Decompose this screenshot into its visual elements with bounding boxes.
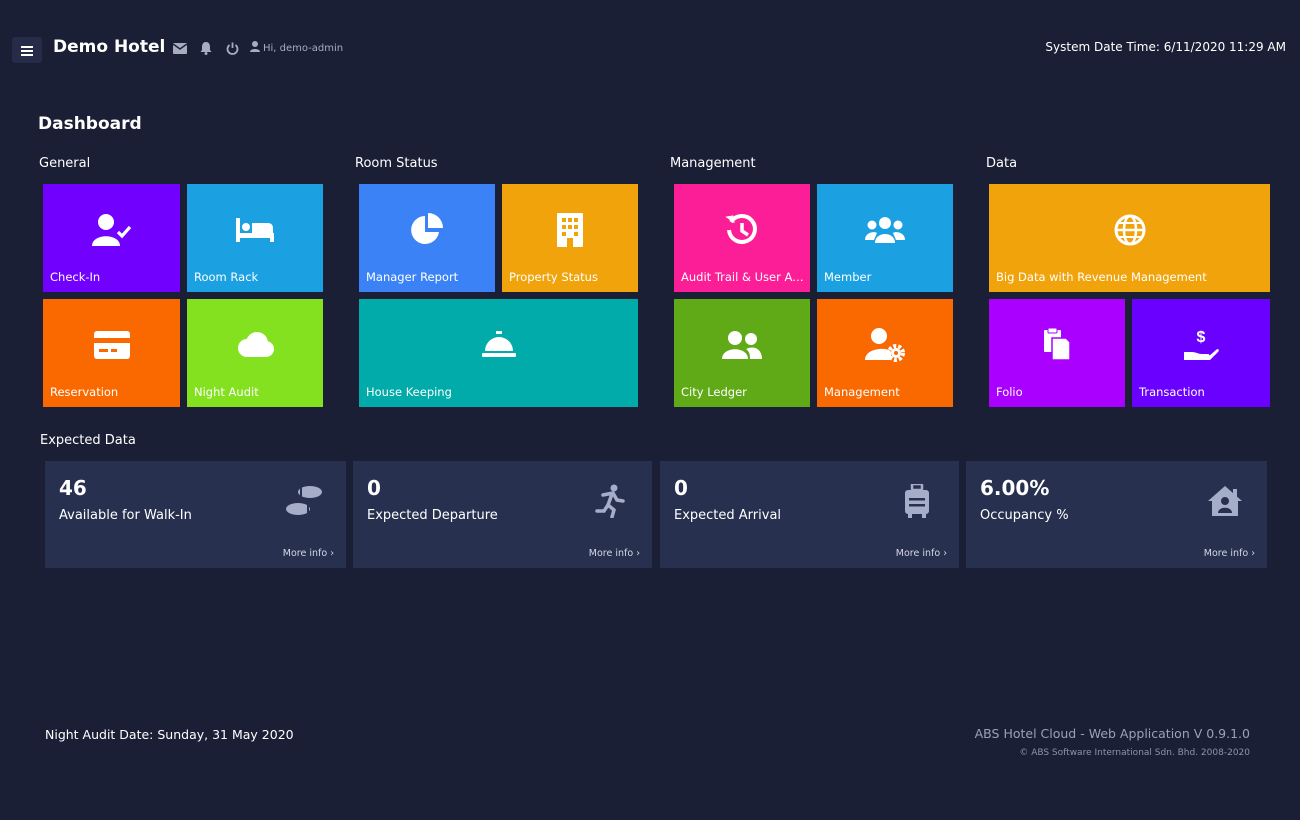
more-info-link[interactable]: More info › <box>1204 548 1255 559</box>
tile-label: Big Data with Revenue Management <box>996 270 1207 284</box>
system-datetime: System Date Time: 6/11/2020 11:29 AM <box>1045 40 1286 54</box>
user-cog-icon <box>865 327 905 363</box>
section-general-label: General <box>39 156 91 171</box>
hotel-name: Demo Hotel <box>53 37 166 57</box>
section-room-status-label: Room Status <box>355 156 438 171</box>
envelope-icon[interactable] <box>172 40 188 56</box>
copy-icon <box>1037 327 1077 363</box>
tile-label: Check-In <box>50 270 101 284</box>
tile-label: Property Status <box>509 270 598 284</box>
user-friends-icon <box>722 327 762 363</box>
tile-label: Audit Trail & User Activity <box>681 270 806 284</box>
card-walk-in: 46 Available for Walk-In More info › <box>45 461 346 568</box>
bell-icon[interactable] <box>198 40 214 56</box>
card-label: Expected Arrival <box>674 508 782 523</box>
tile-check-in[interactable]: Check-In <box>43 184 180 292</box>
header-actions: Hi, demo-admin <box>172 40 343 56</box>
tile-big-data[interactable]: Big Data with Revenue Management <box>989 184 1270 292</box>
menu-toggle-button[interactable] <box>12 37 42 63</box>
tile-label: House Keeping <box>366 385 452 399</box>
tile-property-status[interactable]: Property Status <box>502 184 638 292</box>
card-value: 6.00% <box>980 476 1050 500</box>
copyright: © ABS Software International Sdn. Bhd. 2… <box>1019 748 1250 758</box>
tile-reservation[interactable]: Reservation <box>43 299 180 407</box>
power-icon[interactable] <box>224 40 240 56</box>
pie-chart-icon <box>407 212 447 248</box>
tile-city-ledger[interactable]: City Ledger <box>674 299 810 407</box>
more-info-link[interactable]: More info › <box>283 548 334 559</box>
card-expected-arrival: 0 Expected Arrival More info › <box>660 461 959 568</box>
tile-label: Night Audit <box>194 385 259 399</box>
history-icon <box>722 212 762 248</box>
tile-member[interactable]: Member <box>817 184 953 292</box>
card-label: Occupancy % <box>980 508 1069 523</box>
tile-audit-trail[interactable]: Audit Trail & User Activity <box>674 184 810 292</box>
hamburger-icon <box>21 41 33 60</box>
tile-manager-report[interactable]: Manager Report <box>359 184 495 292</box>
card-expected-departure: 0 Expected Departure More info › <box>353 461 652 568</box>
running-icon <box>590 483 630 519</box>
tile-label: Folio <box>996 385 1023 399</box>
tile-folio[interactable]: Folio <box>989 299 1125 407</box>
more-info-link[interactable]: More info › <box>896 548 947 559</box>
suitcase-icon <box>897 483 937 519</box>
users-icon <box>865 212 905 248</box>
user-check-icon <box>91 212 132 248</box>
hand-dollar-icon: $ <box>1181 327 1221 363</box>
more-info-link[interactable]: More info › <box>589 548 640 559</box>
card-value: 0 <box>674 476 688 500</box>
tile-label: Room Rack <box>194 270 259 284</box>
card-occupancy: 6.00% Occupancy % More info › <box>966 461 1267 568</box>
user-greeting: Hi, demo-admin <box>263 42 344 54</box>
concierge-bell-icon <box>479 327 519 363</box>
globe-icon <box>1110 212 1150 248</box>
svg-text:$: $ <box>1197 329 1206 346</box>
tile-label: Manager Report <box>366 270 459 284</box>
night-audit-date: Night Audit Date: Sunday, 31 May 2020 <box>45 727 294 742</box>
tile-label: City Ledger <box>681 385 747 399</box>
cloud-icon <box>235 327 275 363</box>
tile-transaction[interactable]: $ Transaction <box>1132 299 1270 407</box>
building-icon <box>550 212 590 248</box>
tile-label: Transaction <box>1139 385 1205 399</box>
house-user-icon <box>1205 483 1245 519</box>
top-bar: Demo Hotel Hi, demo-admin System Date Ti… <box>0 0 1300 95</box>
tile-room-rack[interactable]: Room Rack <box>187 184 323 292</box>
bed-icon <box>235 212 275 248</box>
card-label: Available for Walk-In <box>59 508 192 523</box>
tile-house-keeping[interactable]: House Keeping <box>359 299 638 407</box>
tile-label: Reservation <box>50 385 119 399</box>
tile-label: Member <box>824 270 872 284</box>
section-data-label: Data <box>986 156 1018 171</box>
page-title: Dashboard <box>38 114 142 134</box>
credit-card-icon <box>92 327 132 363</box>
tile-night-audit[interactable]: Night Audit <box>187 299 323 407</box>
card-label: Expected Departure <box>367 508 498 523</box>
expected-data-title: Expected Data <box>40 433 136 448</box>
user-menu[interactable]: Hi, demo-admin <box>250 41 343 55</box>
tile-label: Management <box>824 385 900 399</box>
card-value: 46 <box>59 476 87 500</box>
section-management-label: Management <box>670 156 756 171</box>
user-icon <box>250 41 260 55</box>
card-value: 0 <box>367 476 381 500</box>
footprints-icon <box>284 483 324 519</box>
app-version: ABS Hotel Cloud - Web Application V 0.9.… <box>974 726 1250 741</box>
tile-management[interactable]: Management <box>817 299 953 407</box>
